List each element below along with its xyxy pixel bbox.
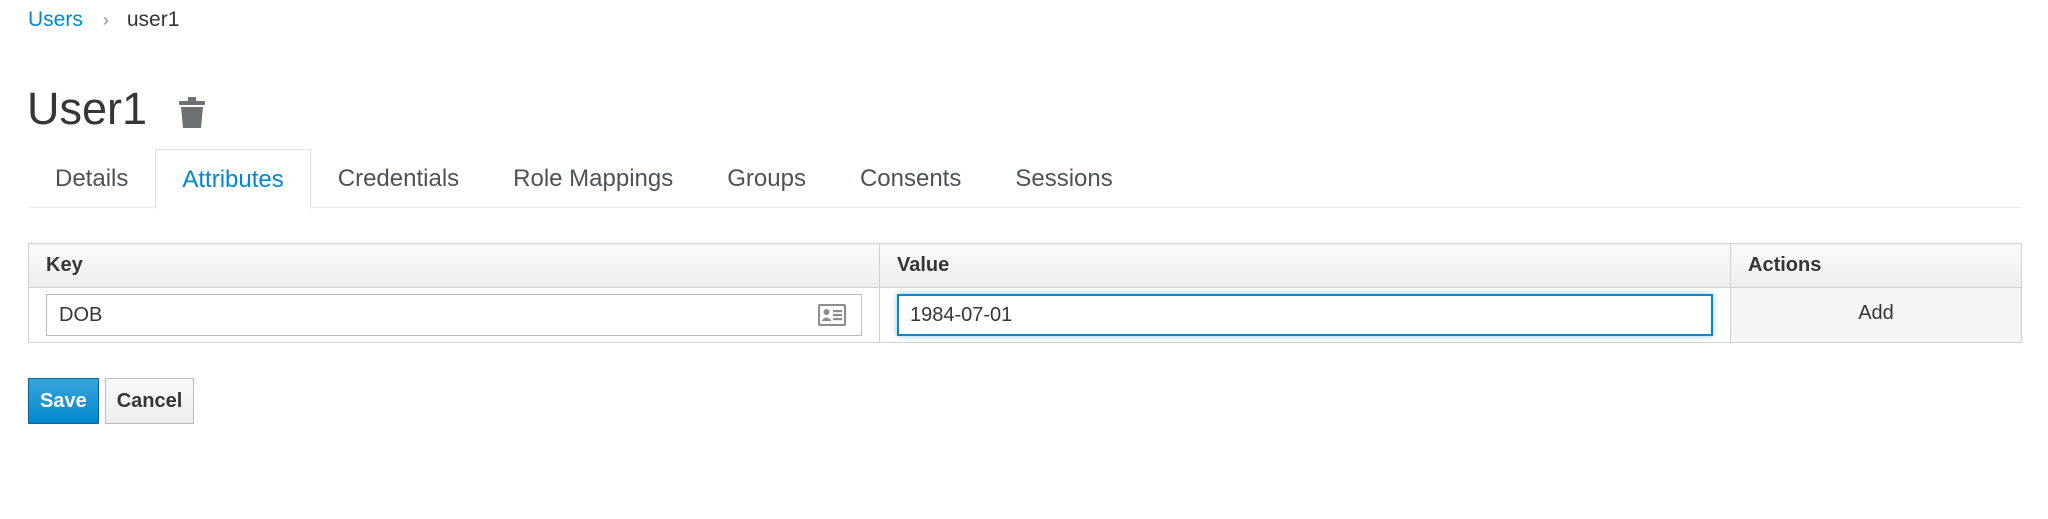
tab-sessions[interactable]: Sessions	[988, 149, 1139, 207]
header-value: Value	[879, 243, 1731, 288]
add-button[interactable]: Add	[1858, 302, 1894, 325]
user-attributes-page: Users › user1 User1 Details Attributes C…	[0, 0, 2048, 519]
table-row: Add	[28, 287, 2022, 343]
tab-role-mappings[interactable]: Role Mappings	[486, 149, 700, 207]
breadcrumb-users-link[interactable]: Users	[28, 8, 83, 32]
value-cell	[879, 287, 1731, 343]
tab-attributes[interactable]: Attributes	[155, 149, 311, 209]
page-title: User1	[27, 83, 148, 134]
attributes-table: Key Value Actions DOB 1984-07-01 Add	[28, 243, 2022, 343]
user-tabs: Details Attributes Credentials Role Mapp…	[28, 149, 2021, 209]
tab-details[interactable]: Details	[28, 149, 155, 207]
table-header-row: Key Value Actions	[28, 243, 2022, 288]
value-input[interactable]	[897, 294, 1713, 336]
save-button[interactable]: Save	[28, 378, 99, 424]
actions-cell: Add	[1730, 287, 2022, 343]
tab-credentials[interactable]: Credentials	[311, 149, 486, 207]
breadcrumb-separator: ›	[102, 9, 109, 30]
header-actions: Actions	[1730, 243, 2022, 288]
trash-icon[interactable]	[179, 97, 206, 129]
tab-groups[interactable]: Groups	[700, 149, 833, 207]
address-card-icon[interactable]	[818, 304, 846, 326]
tab-consents[interactable]: Consents	[833, 149, 988, 207]
key-input[interactable]	[46, 294, 862, 336]
form-buttons: Save Cancel	[28, 378, 195, 424]
header-key: Key	[28, 243, 880, 288]
title-row: User1	[27, 82, 206, 136]
breadcrumb-current: user1	[126, 8, 180, 31]
cancel-button[interactable]: Cancel	[104, 378, 195, 424]
breadcrumb: Users › user1	[28, 8, 179, 32]
key-cell	[28, 287, 880, 343]
key-input-wrapper	[46, 294, 862, 336]
